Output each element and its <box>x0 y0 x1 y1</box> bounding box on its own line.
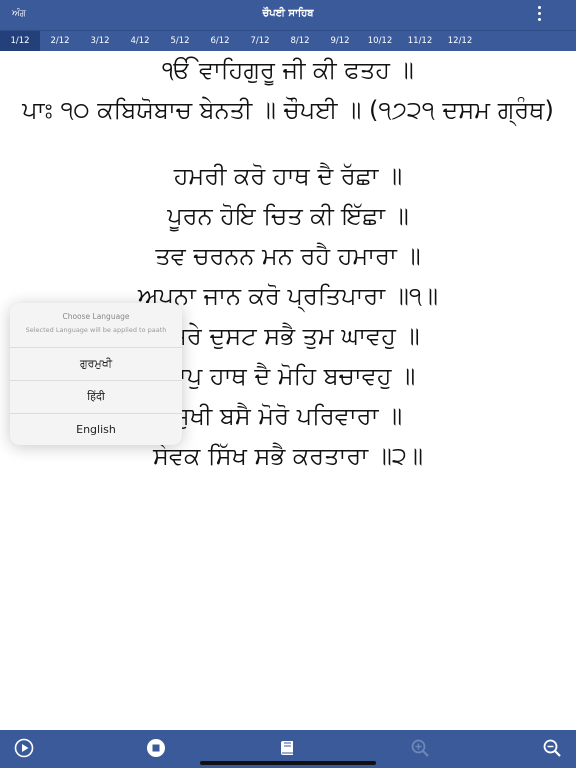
tab-page-9[interactable]: 9/12 <box>320 31 360 51</box>
language-option-gurmukhi[interactable]: ਗੁਰਮੁਖੀ <box>10 348 182 381</box>
tab-page-3[interactable]: 3/12 <box>80 31 120 51</box>
page-title: ਚੌਪਈ ਸਾਹਿਬ <box>262 8 314 19</box>
tab-page-2[interactable]: 2/12 <box>40 31 80 51</box>
play-circle-icon[interactable] <box>14 738 34 758</box>
tab-page-10[interactable]: 10/12 <box>360 31 400 51</box>
tab-page-11[interactable]: 11/12 <box>400 31 440 51</box>
popup-subtitle: Selected Language will be applied to paa… <box>25 326 167 334</box>
verse-line: ਪੂਰਨ ਹੋਇ ਚਿਤ ਕੀ ਇੱਛਾ ॥ <box>167 202 409 230</box>
language-option-hindi[interactable]: हिंदी <box>10 381 182 414</box>
stop-circle-icon[interactable] <box>146 738 166 758</box>
book-icon[interactable] <box>278 738 298 758</box>
popup-title: Choose Language <box>62 312 130 321</box>
tab-page-6[interactable]: 6/12 <box>200 31 240 51</box>
top-nav-bar: ਅੰਗ ਚੌਪਈ ਸਾਹਿਬ <box>0 0 576 30</box>
more-vertical-icon[interactable] <box>538 6 542 24</box>
zoom-out-icon[interactable] <box>542 738 562 758</box>
zoom-in-icon[interactable] <box>410 738 430 758</box>
tab-page-12[interactable]: 12/12 <box>440 31 480 51</box>
language-popup: Choose Language Selected Language will b… <box>10 303 182 445</box>
tab-page-7[interactable]: 7/12 <box>240 31 280 51</box>
home-indicator <box>200 761 376 765</box>
tab-page-5[interactable]: 5/12 <box>160 31 200 51</box>
verse-spacer <box>0 130 576 156</box>
tab-page-4[interactable]: 4/12 <box>120 31 160 51</box>
popup-header: Choose Language Selected Language will b… <box>10 303 182 348</box>
tab-page-8[interactable]: 8/12 <box>280 31 320 51</box>
verse-line: ੴ ਵਾਹਿਗੁਰੂ ਜੀ ਕੀ ਫਤਹ ॥ <box>162 56 414 84</box>
language-option-english[interactable]: English <box>10 414 182 445</box>
page-tabs: 1/12 2/12 3/12 4/12 5/12 6/12 7/12 8/12 … <box>0 30 576 51</box>
tab-page-1[interactable]: 1/12 <box>0 31 40 51</box>
verse-line: ਪਾਃ ੧੦ ਕਬਿਯੋਬਾਚ ਬੇਨਤੀ ॥ ਚੌਪਈ ॥ (੧੭੨੧ ਦਸਮ… <box>22 96 554 124</box>
verse-line: ਹਮਰੀ ਕਰੋ ਹਾਥ ਦੈ ਰੱਛਾ ॥ <box>173 162 403 190</box>
verse-line: ਤਵ ਚਰਨਨ ਮਨ ਰਹੈ ਹਮਾਰਾ ॥ <box>155 242 421 270</box>
